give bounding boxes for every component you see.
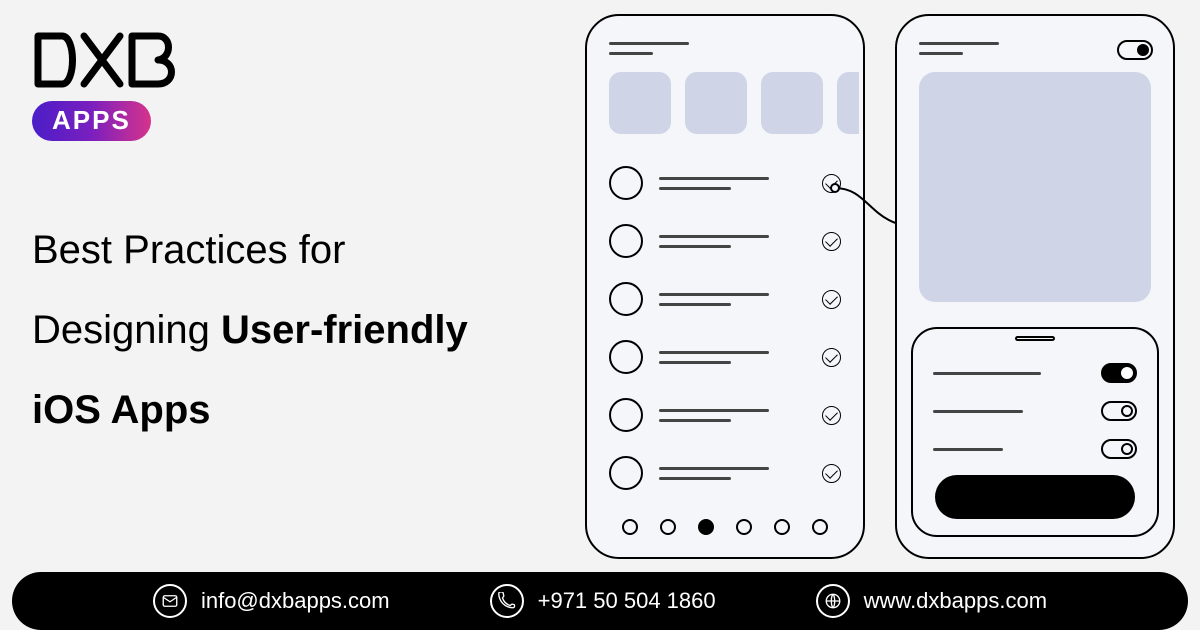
check-icon [822, 406, 841, 425]
list-item [609, 398, 841, 432]
list-item [609, 224, 841, 258]
check-icon [822, 348, 841, 367]
cta-pill [935, 475, 1135, 519]
toggle-icon [1101, 363, 1137, 383]
bullet-icon [609, 456, 643, 490]
list [609, 166, 841, 490]
card-row [933, 439, 1137, 459]
tile-row [609, 72, 845, 134]
card-row [933, 401, 1137, 421]
bottom-card [911, 327, 1159, 537]
contact-footer: info@dxbapps.com +971 50 504 1860 www.dx… [12, 572, 1188, 630]
dot [660, 519, 676, 535]
website-text: www.dxbapps.com [864, 588, 1047, 614]
check-icon [822, 464, 841, 483]
tile [609, 72, 671, 134]
bullet-icon [609, 282, 643, 316]
headline-line-3: iOS Apps [32, 370, 468, 450]
toggle-icon [1101, 401, 1137, 421]
bullet-icon [609, 224, 643, 258]
email-text: info@dxbapps.com [201, 588, 390, 614]
dot [812, 519, 828, 535]
image-placeholder [919, 72, 1151, 302]
list-item [609, 282, 841, 316]
tile [685, 72, 747, 134]
bullet-icon [609, 340, 643, 374]
apps-badge: APPS [32, 101, 151, 141]
card-row [933, 363, 1137, 383]
headline-line-1: Best Practices for [32, 210, 468, 290]
tile [761, 72, 823, 134]
bullet-icon [609, 398, 643, 432]
tile [837, 72, 859, 134]
header-line [609, 42, 689, 45]
header-line [609, 52, 653, 55]
toggle-icon [1117, 40, 1153, 60]
mail-icon [153, 584, 187, 618]
wireframe-phones [580, 12, 1190, 572]
headline: Best Practices for Designing User-friend… [32, 210, 468, 450]
list-item [609, 166, 841, 200]
list-item [609, 456, 841, 490]
check-icon [822, 290, 841, 309]
logo-text [32, 28, 182, 97]
header-line [919, 52, 963, 55]
pagination-dots [587, 519, 863, 535]
phone-mockup-left [585, 14, 865, 559]
bullet-icon [609, 166, 643, 200]
header-line [919, 42, 999, 45]
phone-icon [490, 584, 524, 618]
headline-line-2: Designing User-friendly [32, 290, 468, 370]
toggle-icon [1101, 439, 1137, 459]
email-item: info@dxbapps.com [153, 584, 390, 618]
globe-icon [816, 584, 850, 618]
phone-mockup-right [895, 14, 1175, 559]
dot [736, 519, 752, 535]
notch-icon [1015, 336, 1055, 341]
dot-active [698, 519, 714, 535]
dot [622, 519, 638, 535]
phone-text: +971 50 504 1860 [538, 588, 716, 614]
list-item [609, 340, 841, 374]
website-item: www.dxbapps.com [816, 584, 1047, 618]
dot [774, 519, 790, 535]
phone-item: +971 50 504 1860 [490, 584, 716, 618]
brand-logo: APPS [32, 28, 182, 141]
